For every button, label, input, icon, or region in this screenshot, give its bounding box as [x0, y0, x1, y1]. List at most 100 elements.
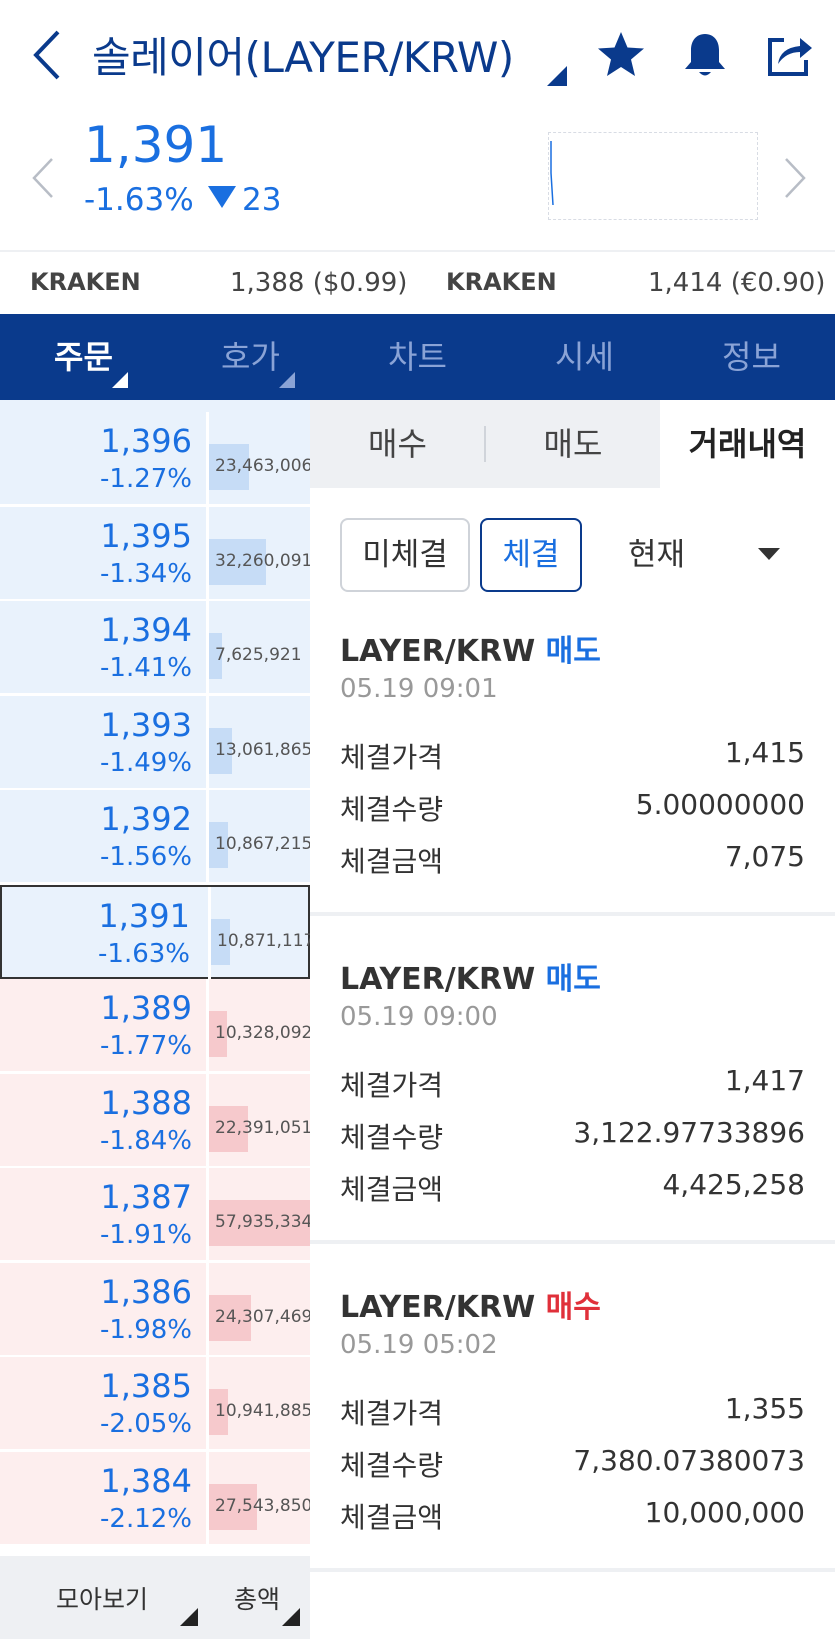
trade-item[interactable]: LAYER/KRW 매도 05.19 09:01 체결가격 1,415 체결수량 5.00…: [310, 588, 835, 916]
orderbook-volume: 13,061,865: [215, 739, 310, 760]
star-icon[interactable]: [594, 28, 648, 82]
orderbook-row[interactable]: 1,388 -1.84% 22,391,051: [0, 1073, 310, 1168]
exchange-name: KRAKEN: [446, 268, 557, 296]
orderbook-percent: -1.49%: [100, 747, 192, 778]
group-view-button[interactable]: 모아보기: [56, 1580, 148, 1616]
orderbook-percent: -1.63%: [98, 938, 190, 969]
orderbook-price: 1,393: [100, 705, 192, 744]
trade-amount-value: 10,000,000: [644, 1496, 805, 1529]
trade-price-label: 체결가격: [340, 741, 444, 774]
orderbook-volume: 10,328,092: [215, 1023, 310, 1043]
tab-history[interactable]: 거래내역: [660, 400, 835, 488]
orderbook-row[interactable]: 1,393 -1.49% 13,061,865: [0, 695, 310, 790]
orderbook-price: 1,385: [100, 1367, 192, 1405]
trade-amount-label: 체결금액: [340, 1501, 444, 1534]
orderbook-price: 1,389: [100, 989, 192, 1027]
orderbook-price: 1,386: [100, 1272, 192, 1311]
trade-price-label: 체결가격: [340, 1069, 444, 1102]
trade-side: 매수: [545, 1290, 601, 1325]
mini-chart[interactable]: [548, 132, 758, 220]
trade-pair-name: LAYER/KRW: [340, 1290, 536, 1325]
orderbook-percent: -1.27%: [100, 464, 192, 494]
orderbook-percent: -2.05%: [100, 1409, 192, 1439]
trade-pair-name: LAYER/KRW: [340, 962, 536, 997]
period-select[interactable]: 현재: [628, 518, 685, 592]
orderbook-row[interactable]: 1,387 -1.91% 57,935,334: [0, 1168, 310, 1262]
orderbook-row[interactable]: 1,394 -1.41% 7,625,921: [0, 601, 310, 695]
orderbook-percent: -1.77%: [100, 1031, 192, 1061]
tab-orderbook[interactable]: 호가: [167, 314, 334, 400]
trade-time: 05.19 05:02: [340, 1330, 498, 1360]
change-percent: -1.63%: [84, 182, 194, 218]
mini-chart-line: [550, 141, 554, 206]
orderbook-volume: 32,260,091: [215, 550, 310, 571]
orderbook-percent: -1.84%: [100, 1125, 192, 1156]
orderbook-row[interactable]: 1,395 -1.34% 32,260,091: [0, 506, 310, 601]
tab-orderbook-dropdown-icon: [279, 372, 295, 388]
back-icon[interactable]: [28, 26, 68, 84]
orderbook-price: 1,394: [100, 611, 192, 649]
trade-amount-label: 체결금액: [340, 845, 444, 878]
chevron-right-icon[interactable]: [782, 155, 808, 201]
tab-market[interactable]: 시세: [501, 314, 668, 400]
trade-item[interactable]: LAYER/KRW 매도 05.19 09:00 체결가격 1,417 체결수량 3,12…: [310, 916, 835, 1244]
change-amount: 23: [208, 182, 281, 218]
trade-qty-value: 3,122.97733896: [573, 1116, 805, 1149]
chevron-left-icon[interactable]: [30, 155, 56, 201]
bell-icon[interactable]: [678, 28, 732, 82]
trade-price-label: 체결가격: [340, 1397, 444, 1430]
total-amount-button[interactable]: 총액: [234, 1580, 280, 1616]
page-title[interactable]: 솔레이어(LAYER/KRW): [92, 24, 514, 85]
orderbook-volume: 10,941,885: [215, 1401, 310, 1421]
orderbook-volume: 27,543,850: [215, 1495, 310, 1516]
trade-price-value: 1,417: [724, 1064, 805, 1097]
trade-pair-name: LAYER/KRW: [340, 634, 536, 669]
orderbook-volume: 23,463,006: [215, 456, 310, 476]
orderbook-volume: 7,625,921: [215, 645, 302, 665]
trade-qty-label: 체결수량: [340, 1449, 444, 1482]
filled-filter-button[interactable]: 체결: [480, 518, 582, 592]
group-view-dropdown-icon: [180, 1608, 198, 1626]
title-dropdown-icon[interactable]: [547, 66, 567, 86]
trade-amount-value: 4,425,258: [662, 1168, 805, 1201]
orderbook-row[interactable]: 1,384 -2.12% 27,543,850: [0, 1451, 310, 1546]
tab-order-dropdown-icon: [112, 372, 128, 388]
current-price: 1,391: [84, 116, 228, 174]
orderbook-row[interactable]: 1,392 -1.56% 10,867,215: [0, 790, 310, 884]
trade-qty-label: 체결수량: [340, 1121, 444, 1154]
order-panel: 매수 매도 거래내역 미체결 체결 현재 LAYER/KRW 매도 05.19 0…: [310, 400, 835, 1639]
unfilled-filter-button[interactable]: 미체결: [340, 518, 470, 592]
tab-order[interactable]: 주문: [0, 314, 167, 400]
share-icon[interactable]: [762, 28, 816, 82]
orderbook-price: 1,388: [100, 1083, 192, 1122]
total-amount-dropdown-icon: [282, 1608, 300, 1626]
tab-sell[interactable]: 매도: [486, 400, 660, 488]
tab-info[interactable]: 정보: [668, 314, 835, 400]
orderbook-percent: -1.98%: [100, 1314, 192, 1345]
orderbook-price: 1,384: [100, 1461, 192, 1500]
orderbook-row[interactable]: 1,391 -1.63% 10,871,117: [0, 884, 310, 981]
orderbook-volume: 57,935,334: [215, 1212, 310, 1232]
orderbook-volume: 22,391,051: [215, 1117, 310, 1138]
trade-pair: LAYER/KRW 매도: [340, 626, 601, 670]
orderbook-percent: -1.41%: [100, 653, 192, 683]
orderbook-row[interactable]: 1,396 -1.27% 23,463,006: [0, 412, 310, 506]
tab-chart[interactable]: 차트: [334, 314, 501, 400]
orderbook-row[interactable]: 1,386 -1.98% 24,307,469: [0, 1262, 310, 1357]
trade-item[interactable]: LAYER/KRW 매수 05.19 05:02 체결가격 1,355 체결수량 7,38…: [310, 1244, 835, 1572]
trade-price-value: 1,415: [724, 736, 805, 769]
trade-side: 매도: [545, 962, 601, 997]
orderbook-price: 1,396: [100, 422, 192, 460]
price-summary: 1,391 -1.63% 23: [0, 110, 835, 250]
trade-amount-label: 체결금액: [340, 1173, 444, 1206]
change-amount-value: 23: [242, 182, 282, 218]
orderbook-row[interactable]: 1,385 -2.05% 10,941,885: [0, 1357, 310, 1451]
tab-buy[interactable]: 매수: [310, 400, 485, 488]
trade-pair: LAYER/KRW 매수: [340, 1282, 601, 1326]
orderbook-footer: 모아보기 총액: [0, 1556, 310, 1639]
exchange-value: 1,388 ($0.99): [230, 268, 408, 298]
orderbook-price: 1,392: [100, 800, 192, 838]
period-dropdown-icon[interactable]: [758, 548, 780, 560]
orderbook-price: 1,387: [100, 1178, 192, 1216]
orderbook-row[interactable]: 1,389 -1.77% 10,328,092: [0, 979, 310, 1073]
